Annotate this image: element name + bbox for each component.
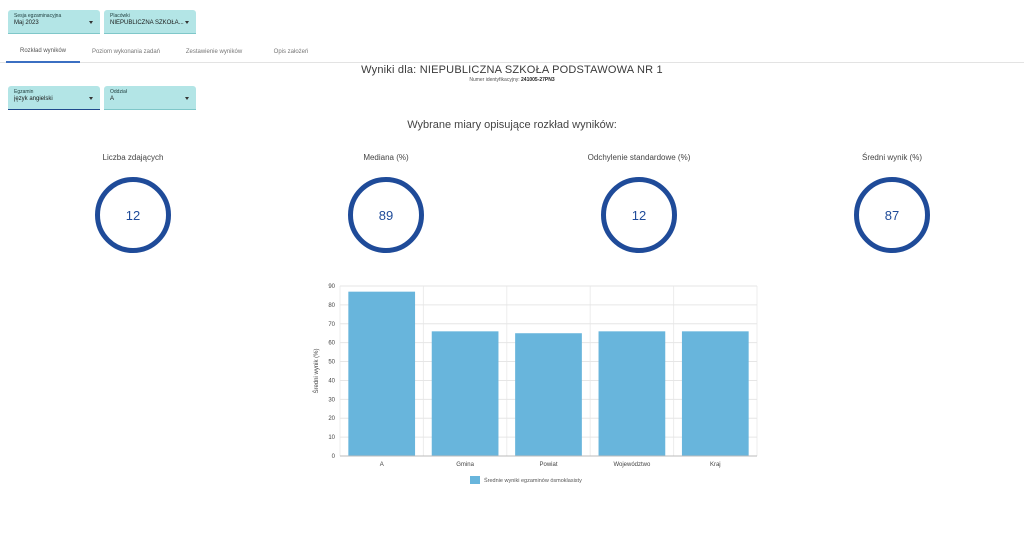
stat-ring: 12 [95, 177, 171, 253]
stat-median: Mediana (%) 89 [286, 153, 486, 253]
x-tick-label: A [380, 462, 384, 468]
bar-chart-svg: 0 10 20 30 40 50 60 70 80 90 A Gmina Powiat Województ… [312, 284, 758, 484]
y-tick-label: 20 [328, 416, 335, 422]
stat-label: Średni wynik (%) [861, 153, 922, 162]
y-tick-label: 70 [328, 322, 335, 328]
x-tick-label: Kraj [710, 462, 721, 468]
session-select-value: Maj 2023 [14, 20, 39, 26]
stat-ring: 89 [348, 177, 424, 253]
exam-select-value: język angielski [14, 96, 53, 102]
stat-label: Mediana (%) [363, 153, 409, 162]
tab-bar: Rozkład wyników Poziom wykonania zadań Z… [0, 40, 1024, 63]
x-tick-label: Gmina [456, 462, 474, 468]
tab-poziom-wykonania-zadan[interactable]: Poziom wykonania zadań [84, 40, 168, 63]
tab-rozklad-wynikow[interactable]: Rozkład wyników [6, 40, 80, 63]
chevron-down-icon [185, 96, 189, 100]
bar [681, 331, 749, 456]
stat-label: Odchylenie standardowe (%) [587, 153, 691, 162]
y-axis-label: Średni wynik (%) [312, 348, 320, 393]
bar [348, 291, 416, 456]
tab-zestawienie-wynikow[interactable]: Zestawienie wyników [172, 40, 256, 63]
stat-count: Liczba zdających 12 [33, 153, 233, 253]
class-select[interactable]: Oddział A [104, 86, 196, 110]
page-title: Wyniki dla: NIEPUBLICZNA SZKOŁA PODSTAWO… [361, 64, 663, 76]
legend-label: Średnie wyniki egzaminów ósmoklasisty [484, 476, 582, 484]
legend-swatch [470, 476, 480, 484]
stat-label: Liczba zdających [102, 153, 164, 162]
y-tick-label: 60 [328, 341, 335, 347]
chevron-down-icon [89, 20, 93, 24]
bar [431, 331, 499, 456]
measures-title: Wybrane miary opisujące rozkład wyników: [407, 119, 617, 131]
y-tick-label: 0 [332, 454, 336, 460]
stat-std-dev: Odchylenie standardowe (%) 12 [539, 153, 739, 253]
bar [598, 331, 666, 456]
y-tick-label: 90 [328, 284, 335, 290]
id-value: 241005-27PN3 [521, 77, 555, 83]
class-select-value: A [110, 96, 115, 102]
exam-select[interactable]: Egzamin język angielski [8, 86, 100, 110]
facility-select-value: NIEPUBLICZNA SZKOŁA... [110, 20, 184, 26]
y-tick-label: 10 [328, 435, 335, 441]
y-tick-label: 40 [328, 378, 335, 384]
stat-ring: 12 [601, 177, 677, 253]
y-tick-label: 30 [328, 397, 335, 403]
y-tick-label: 80 [328, 303, 335, 309]
session-select[interactable]: Sesja egzaminacyjna Maj 2023 [8, 10, 100, 34]
tab-opis-zalozen[interactable]: Opis założeń [262, 40, 320, 63]
facility-select[interactable]: Placówki NIEPUBLICZNA SZKOŁA... [104, 10, 196, 34]
x-tick-label: Powiat [539, 462, 557, 468]
stat-mean: Średni wynik (%) 87 [792, 153, 992, 253]
chevron-down-icon [89, 96, 93, 100]
bar [515, 333, 582, 456]
y-tick-label: 50 [328, 360, 335, 366]
stat-ring: 87 [854, 177, 930, 253]
x-tick-label: Województwo [613, 462, 651, 468]
chevron-down-icon [185, 20, 189, 24]
id-line: Numer identyfikacyjny: 241005-27PN3 [0, 77, 1024, 83]
id-label: Numer identyfikacyjny: [469, 77, 520, 83]
bar-chart: 0 10 20 30 40 50 60 70 80 90 A Gmina Powiat Województ… [300, 278, 770, 488]
